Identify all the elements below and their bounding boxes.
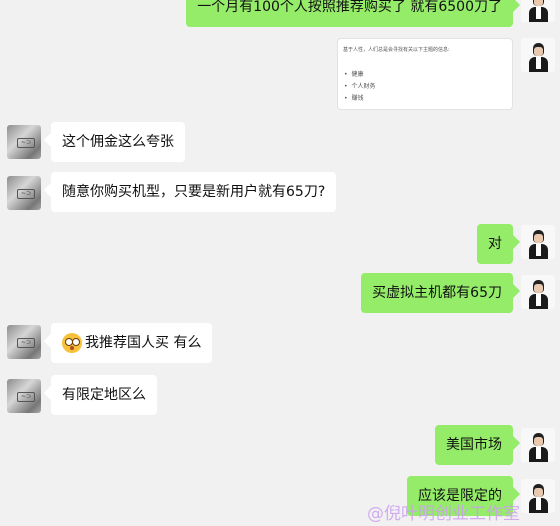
message-bubble[interactable]: 美国市场 bbox=[435, 425, 513, 465]
card-caption: 基于人性，人们总是会寻找有关以下主题的信息: bbox=[343, 47, 450, 53]
flushed-face-icon bbox=[62, 333, 82, 353]
message-bubble[interactable]: 对 bbox=[477, 224, 513, 264]
avatar[interactable]: ~⊃ bbox=[7, 325, 41, 359]
message-text: 买虚拟主机都有65刀 bbox=[372, 285, 502, 301]
image-card[interactable]: 基于人性，人们总是会寻找有关以下主题的信息: 健康 个人财务 赚钱 bbox=[337, 38, 513, 110]
message-text: 一个月有100个人按照推荐购买了 就有6500刀了 bbox=[197, 0, 502, 15]
message-bubble[interactable]: 有限定地区么 bbox=[51, 375, 157, 415]
card-list-item: 健康 bbox=[344, 69, 376, 81]
message-bubble[interactable]: 这个佣金这么夸张 bbox=[51, 122, 185, 162]
message-text: 我推荐国人买 有么 bbox=[85, 335, 202, 351]
message-text: 有限定地区么 bbox=[62, 387, 146, 403]
message-text: 美国市场 bbox=[446, 437, 502, 453]
message-bubble[interactable]: 随意你购买机型，只要是新用户就有65刀? bbox=[51, 172, 337, 212]
avatar[interactable] bbox=[521, 225, 555, 259]
watermark: @倪叶明创业工作室 bbox=[367, 504, 520, 524]
avatar[interactable] bbox=[521, 275, 555, 309]
avatar[interactable]: ~⊃ bbox=[7, 379, 41, 413]
message-text: 这个佣金这么夸张 bbox=[62, 134, 174, 150]
card-list-item: 赚钱 bbox=[344, 93, 376, 105]
avatar[interactable]: ~⊃ bbox=[7, 176, 41, 210]
message-bubble[interactable]: 我推荐国人买 有么 bbox=[51, 323, 213, 363]
message-bubble[interactable]: 买虚拟主机都有65刀 bbox=[361, 273, 513, 313]
avatar[interactable]: ~⊃ bbox=[7, 125, 41, 159]
message-text: 对 bbox=[488, 236, 502, 252]
message-text: 随意你购买机型，只要是新用户就有65刀? bbox=[62, 184, 326, 200]
avatar[interactable] bbox=[521, 479, 555, 513]
avatar[interactable] bbox=[521, 38, 555, 72]
avatar[interactable] bbox=[521, 0, 555, 22]
card-list: 健康 个人财务 赚钱 bbox=[344, 69, 376, 105]
avatar[interactable] bbox=[521, 428, 555, 462]
card-list-item: 个人财务 bbox=[344, 81, 376, 93]
message-bubble[interactable]: 一个月有100个人按照推荐购买了 就有6500刀了 bbox=[186, 0, 513, 27]
